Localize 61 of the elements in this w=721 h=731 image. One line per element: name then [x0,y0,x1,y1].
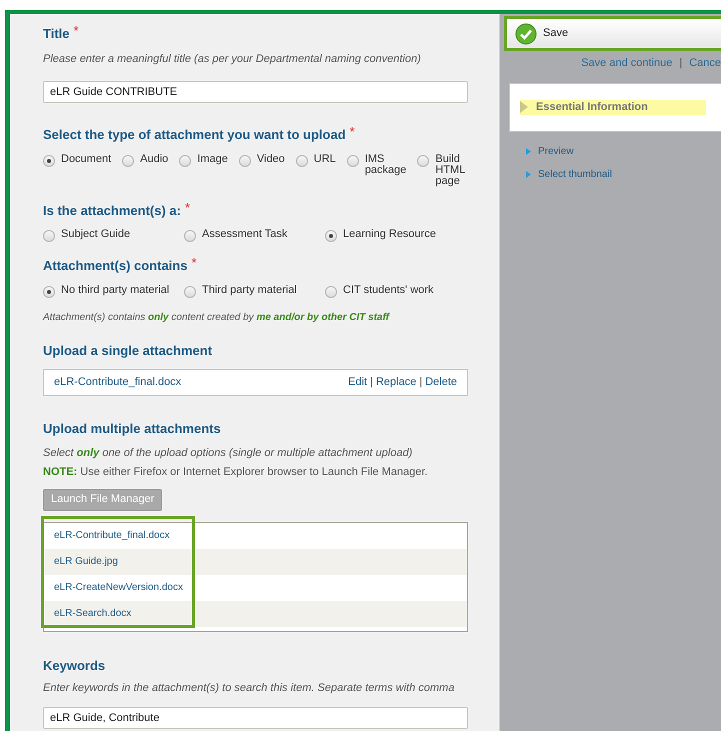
required-mark: * [184,200,190,214]
file-action-link[interactable]: Replace [376,374,416,391]
radio-button[interactable] [184,230,196,242]
file-link[interactable]: eLR-CreateNewVersion.docx [54,580,183,595]
required-mark: * [350,125,355,138]
radio-label: Assessment Task [202,229,288,240]
radio-label: URL [314,154,336,164]
radio-button[interactable] [417,154,430,166]
radio-button[interactable] [43,230,55,242]
upload-hint: Select only one of the upload options (single or multiple attachment upload) [43,446,414,460]
radio-label: Build HTML page [435,154,465,186]
section-tab[interactable]: Essential Information [520,100,706,114]
title-field[interactable]: eLR Guide CONTRIBUTE [43,81,468,103]
file-name: eLR-Contribute_final.docx [54,375,182,390]
separator: | [370,375,373,390]
radio-label: CIT students' work [343,284,434,296]
separator: | [419,375,422,390]
file-link[interactable]: eLR Guide.jpg [54,554,118,569]
keywords-field[interactable]: eLR Guide, Contribute [43,707,468,729]
section-heading: Title [43,25,70,43]
file-link[interactable]: eLR-Contribute_final.docx [54,528,170,543]
radio-label: No third party material [61,284,170,296]
radio-button[interactable] [238,154,251,166]
radio-button[interactable] [122,154,134,166]
required-mark: * [191,256,197,269]
section-heading: Select the type of attachment you want to upload [43,126,346,144]
radio-button[interactable] [346,154,359,166]
file-action-link[interactable]: Delete [425,374,457,391]
triangle-icon [520,101,528,113]
keywords-hint: Enter keywords in the attachment(s) to search this item. Separate terms with comma [43,681,456,696]
separator: | [679,56,682,71]
section-heading: Upload a single attachment [43,342,212,360]
radio-button[interactable] [179,154,192,166]
title-hint: Please enter a meaningful title (as per your Departmental naming convention) [43,52,422,66]
file-link[interactable]: eLR-Search.docx [54,606,132,621]
section-heading: Upload multiple attachments [43,420,221,438]
save-button[interactable]: Save [504,16,721,51]
radio-button[interactable] [43,154,55,166]
radio-label: Subject Guide [61,229,130,240]
radio-label: Audio [140,154,168,164]
radio-button[interactable] [325,286,337,298]
radio-label: Document [61,154,112,164]
radio-label: Third party material [202,284,297,296]
required-mark: * [74,24,79,37]
radio-label: Video [256,154,285,164]
radio-button[interactable] [325,230,337,242]
radio-button[interactable] [296,154,308,166]
radio-label: Learning Resource [343,229,436,240]
section-heading: Attachment(s) contains [43,257,188,275]
radio-button[interactable] [184,286,196,298]
browser-note: NOTE: Use either Firefox or Internet Explorer browser to Launch File Manager. [43,465,429,480]
section-heading: Is the attachment(s) a: [43,202,181,220]
checkmark-icon [515,22,537,44]
radio-label: IMS package [364,154,406,176]
radio-button[interactable] [43,286,55,298]
info-note: Attachment(s) contains only content created by me and/or by other CIT staff [43,310,391,324]
triangle-icon [526,148,531,154]
section-heading: Keywords [43,656,106,675]
file-action-link[interactable]: Edit [348,374,368,391]
radio-label: Image [197,154,228,164]
triangle-icon [526,170,531,178]
